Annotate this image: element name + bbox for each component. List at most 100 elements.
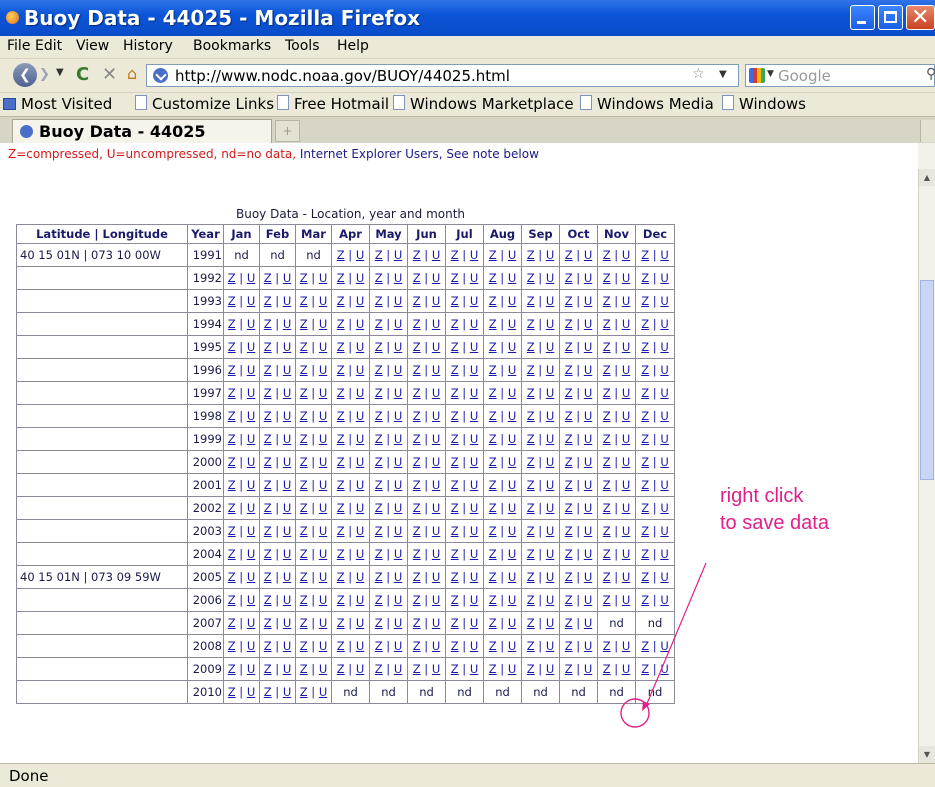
compressed-data-link[interactable]: Z [565,478,573,492]
site-identity-icon[interactable] [153,68,168,83]
uncompressed-data-link[interactable]: U [660,639,668,653]
compressed-data-link[interactable]: Z [375,524,383,538]
compressed-data-link[interactable]: Z [451,501,459,515]
compressed-data-link[interactable]: Z [527,432,535,446]
compressed-data-link[interactable]: Z [413,317,421,331]
url-input[interactable]: http://www.nodc.noaa.gov/BUOY/44025.html [175,67,510,85]
compressed-data-link[interactable]: Z [300,616,308,630]
uncompressed-data-link[interactable]: U [394,294,402,308]
compressed-data-link[interactable]: Z [451,294,459,308]
uncompressed-data-link[interactable]: U [356,455,364,469]
uncompressed-data-link[interactable]: U [283,524,291,538]
back-button[interactable]: ❮ [13,63,37,87]
compressed-data-link[interactable]: Z [337,363,345,377]
compressed-data-link[interactable]: Z [413,547,421,561]
uncompressed-data-link[interactable]: U [432,593,440,607]
compressed-data-link[interactable]: Z [565,363,573,377]
compressed-data-link[interactable]: Z [300,478,308,492]
uncompressed-data-link[interactable]: U [508,340,516,354]
compressed-data-link[interactable]: Z [264,455,272,469]
bookmark-star-icon[interactable]: ☆ [692,66,705,82]
uncompressed-data-link[interactable]: U [319,340,327,354]
uncompressed-data-link[interactable]: U [470,662,478,676]
compressed-data-link[interactable]: Z [603,455,611,469]
uncompressed-data-link[interactable]: U [546,616,554,630]
compressed-data-link[interactable]: Z [337,547,345,561]
compressed-data-link[interactable]: Z [641,455,649,469]
compressed-data-link[interactable]: Z [413,639,421,653]
uncompressed-data-link[interactable]: U [470,432,478,446]
uncompressed-data-link[interactable]: U [319,432,327,446]
uncompressed-data-link[interactable]: U [394,501,402,515]
uncompressed-data-link[interactable]: U [622,593,630,607]
compressed-data-link[interactable]: Z [527,271,535,285]
uncompressed-data-link[interactable]: U [283,616,291,630]
compressed-data-link[interactable]: Z [565,547,573,561]
uncompressed-data-link[interactable]: U [283,363,291,377]
compressed-data-link[interactable]: Z [489,547,497,561]
compressed-data-link[interactable]: Z [264,386,272,400]
uncompressed-data-link[interactable]: U [660,570,668,584]
uncompressed-data-link[interactable]: U [584,593,592,607]
compressed-data-link[interactable]: Z [641,639,649,653]
search-input[interactable]: Google [778,67,831,85]
uncompressed-data-link[interactable]: U [283,432,291,446]
scroll-down-button[interactable]: ▼ [919,746,935,763]
compressed-data-link[interactable]: Z [451,639,459,653]
compressed-data-link[interactable]: Z [375,432,383,446]
compressed-data-link[interactable]: Z [489,524,497,538]
uncompressed-data-link[interactable]: U [584,570,592,584]
compressed-data-link[interactable]: Z [451,432,459,446]
compressed-data-link[interactable]: Z [300,409,308,423]
compressed-data-link[interactable]: Z [565,432,573,446]
compressed-data-link[interactable]: Z [489,248,497,262]
uncompressed-data-link[interactable]: U [319,363,327,377]
compressed-data-link[interactable]: Z [413,248,421,262]
search-bar[interactable]: ▼ Google ⚲ [745,64,935,87]
compressed-data-link[interactable]: Z [451,547,459,561]
menu-history[interactable]: History [123,38,173,54]
compressed-data-link[interactable]: Z [527,478,535,492]
uncompressed-data-link[interactable]: U [247,432,255,446]
search-engine-dropdown-icon[interactable]: ▼ [767,69,774,79]
uncompressed-data-link[interactable]: U [319,524,327,538]
uncompressed-data-link[interactable]: U [394,271,402,285]
uncompressed-data-link[interactable]: U [283,271,291,285]
compressed-data-link[interactable]: Z [375,248,383,262]
uncompressed-data-link[interactable]: U [432,547,440,561]
uncompressed-data-link[interactable]: U [660,294,668,308]
compressed-data-link[interactable]: Z [300,593,308,607]
uncompressed-data-link[interactable]: U [470,478,478,492]
compressed-data-link[interactable]: Z [451,386,459,400]
uncompressed-data-link[interactable]: U [660,409,668,423]
uncompressed-data-link[interactable]: U [394,639,402,653]
compressed-data-link[interactable]: Z [375,363,383,377]
compressed-data-link[interactable]: Z [375,593,383,607]
uncompressed-data-link[interactable]: U [394,340,402,354]
uncompressed-data-link[interactable]: U [584,662,592,676]
uncompressed-data-link[interactable]: U [584,478,592,492]
compressed-data-link[interactable]: Z [565,248,573,262]
compressed-data-link[interactable]: Z [451,455,459,469]
uncompressed-data-link[interactable]: U [356,409,364,423]
compressed-data-link[interactable]: Z [565,616,573,630]
uncompressed-data-link[interactable]: U [247,478,255,492]
compressed-data-link[interactable]: Z [300,547,308,561]
uncompressed-data-link[interactable]: U [546,478,554,492]
compressed-data-link[interactable]: Z [527,363,535,377]
compressed-data-link[interactable]: Z [375,386,383,400]
compressed-data-link[interactable]: Z [565,271,573,285]
compressed-data-link[interactable]: Z [300,432,308,446]
compressed-data-link[interactable]: Z [641,593,649,607]
uncompressed-data-link[interactable]: U [508,248,516,262]
uncompressed-data-link[interactable]: U [283,455,291,469]
uncompressed-data-link[interactable]: U [546,432,554,446]
bookmark-most-visited[interactable]: Most Visited [3,95,112,113]
compressed-data-link[interactable]: Z [228,432,236,446]
menu-file[interactable]: File [7,38,30,54]
uncompressed-data-link[interactable]: U [660,662,668,676]
scroll-up-button[interactable]: ▲ [919,169,935,186]
compressed-data-link[interactable]: Z [641,409,649,423]
uncompressed-data-link[interactable]: U [622,317,630,331]
home-button[interactable]: ⌂ [127,64,137,83]
